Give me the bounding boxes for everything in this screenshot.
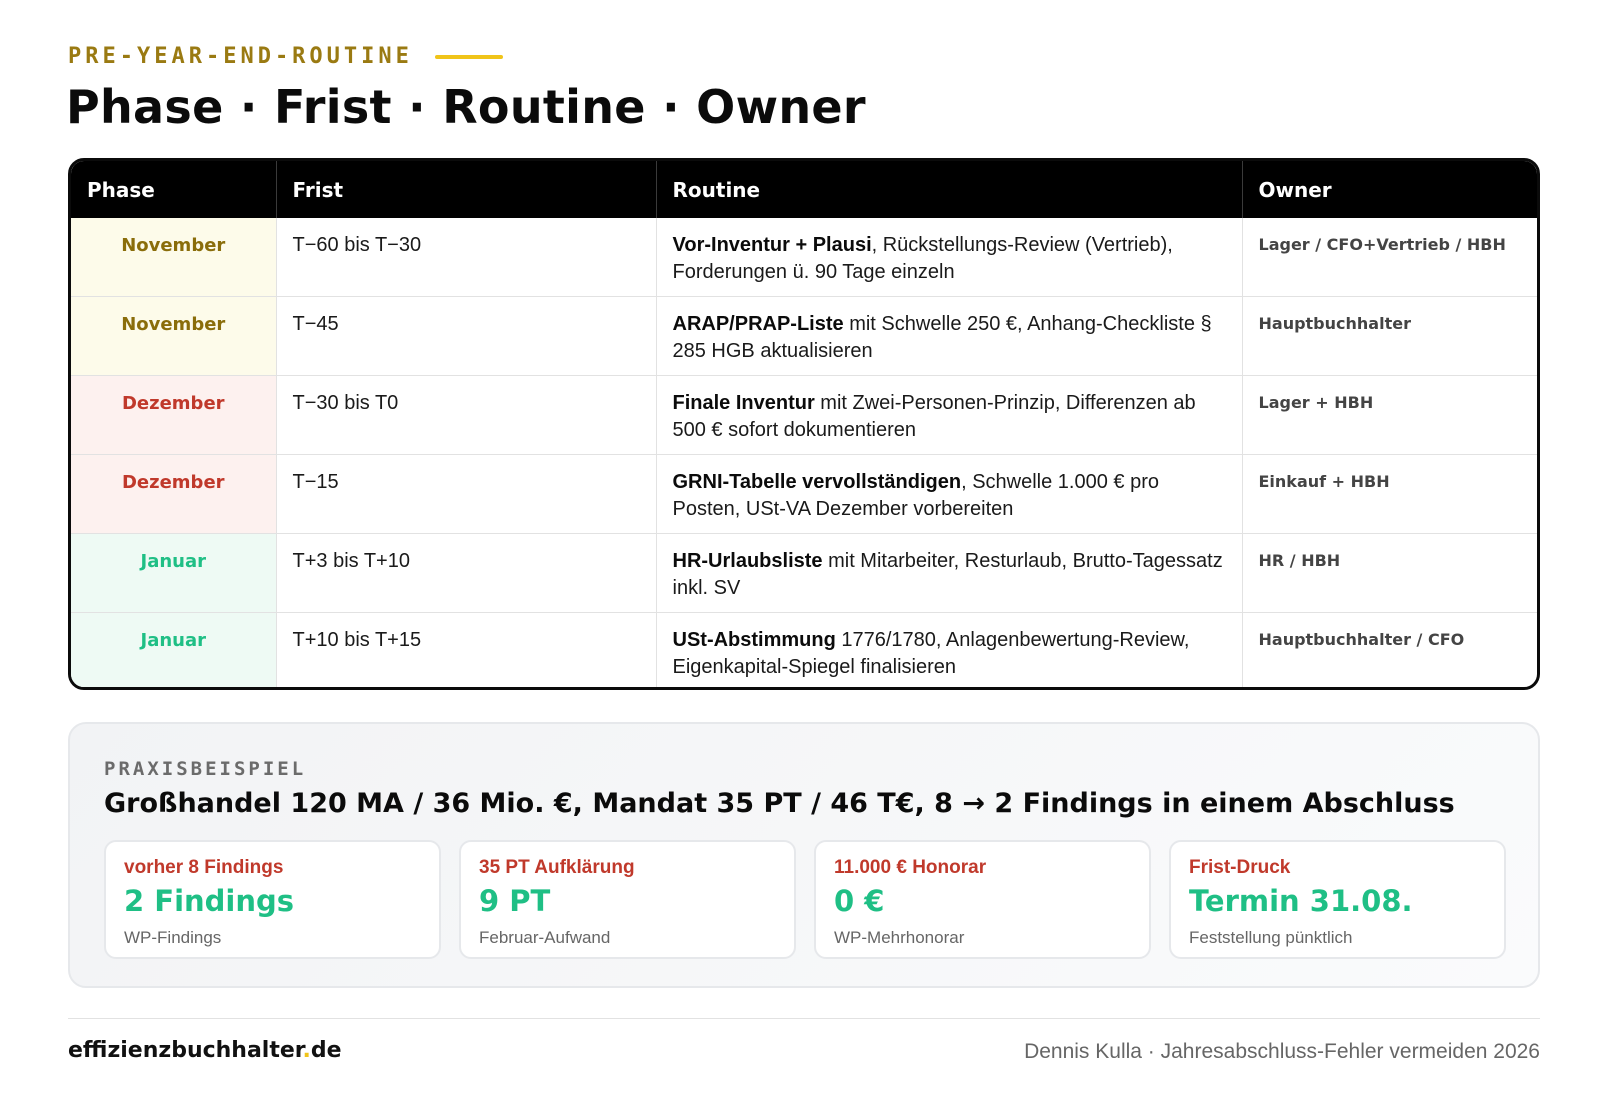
owner-cell: HR / HBH xyxy=(1242,533,1537,613)
routine-cell: ARAP/PRAP-Liste mit Schwelle 250 €, Anha… xyxy=(656,296,1243,376)
frist-cell: T−15 xyxy=(276,454,657,534)
brand-tld: de xyxy=(310,1038,342,1063)
kpi-card-before: Frist-Druck xyxy=(1189,857,1291,878)
brand-dot: . xyxy=(302,1038,311,1063)
kpi-card-before: 35 PT Aufklärung xyxy=(479,857,635,878)
routine-bold: ARAP/PRAP-Liste xyxy=(672,313,844,335)
kpi-card: vorher 8 Findings 2 Findings WP-Findings xyxy=(104,840,441,959)
praxis-label: PRAXISBEISPIEL xyxy=(104,758,307,780)
kpi-card-caption: Feststellung pünktlich xyxy=(1189,928,1353,947)
table-row: Januar T+3 bis T+10 HR-Urlaubsliste mit … xyxy=(71,533,1537,613)
owner-cell: Lager / CFO+Vertrieb / HBH xyxy=(1242,218,1537,297)
kpi-card-value: 2 Findings xyxy=(124,884,295,918)
routine-bold: HR-Urlaubsliste xyxy=(672,550,823,572)
kpi-cards: vorher 8 Findings 2 Findings WP-Findings… xyxy=(104,840,1506,959)
kpi-card-caption: WP-Findings xyxy=(124,928,222,947)
frist-cell: T+3 bis T+10 xyxy=(276,533,657,613)
phase-cell: November xyxy=(71,296,277,376)
routine-table: Phase Frist Routine Owner November T−60 … xyxy=(68,158,1540,690)
frist-cell: T−45 xyxy=(276,296,657,376)
praxis-panel: PRAXISBEISPIEL Großhandel 120 MA / 36 Mi… xyxy=(68,722,1540,988)
frist-cell: T−60 bis T−30 xyxy=(276,218,657,297)
routine-bold: GRNI-Tabelle vervollständigen xyxy=(672,471,962,493)
phase-cell: Januar xyxy=(71,612,277,687)
owner-cell: Einkauf + HBH xyxy=(1242,454,1537,534)
phase-cell: Dezember xyxy=(71,375,277,455)
table-row: November T−45 ARAP/PRAP-Liste mit Schwel… xyxy=(71,296,1537,376)
routine-bold: Finale Inventur xyxy=(672,392,815,414)
page-title: Phase · Frist · Routine · Owner xyxy=(66,80,866,134)
owner-cell: Hauptbuchhalter / CFO xyxy=(1258,630,1465,649)
kpi-card-value: Termin 31.08. xyxy=(1189,884,1413,918)
routine-bold: USt-Abstimmung xyxy=(672,629,836,651)
frist-cell: T−30 bis T0 xyxy=(276,375,657,455)
footer-brand[interactable]: effizienzbuchhalter.de xyxy=(68,1038,342,1063)
praxis-title: Großhandel 120 MA / 36 Mio. €, Mandat 35… xyxy=(104,788,1455,819)
routine-bold: Vor-Inventur + Plausi xyxy=(672,234,872,256)
phase-cell: Dezember xyxy=(71,454,277,534)
column-header-phase: Phase xyxy=(71,161,277,218)
table-row: November T−60 bis T−30 Vor-Inventur + Pl… xyxy=(71,218,1537,297)
column-header-routine: Routine xyxy=(656,161,1243,218)
eyebrow-accent-line xyxy=(434,54,503,59)
kpi-card: 35 PT Aufklärung 9 PT Februar-Aufwand xyxy=(459,840,796,959)
routine-cell: USt-Abstimmung 1776/1780, Anlagenbewertu… xyxy=(656,612,1243,687)
phase-cell: Januar xyxy=(71,533,277,613)
routine-cell: Finale Inventur mit Zwei-Personen-Prinzi… xyxy=(656,375,1243,455)
eyebrow: PRE-YEAR-END-ROUTINE xyxy=(68,44,503,69)
table-header-row: Phase Frist Routine Owner xyxy=(71,161,1537,218)
kpi-card-before: 11.000 € Honorar xyxy=(834,857,987,878)
table-row: Dezember T−15 GRNI-Tabelle vervollständi… xyxy=(71,454,1537,534)
footer-credit: Dennis Kulla · Jahresabschluss-Fehler ve… xyxy=(1024,1040,1540,1063)
eyebrow-text: PRE-YEAR-END-ROUTINE xyxy=(68,44,413,69)
owner-cell: Lager + HBH xyxy=(1242,375,1537,455)
routine-cell: Vor-Inventur + Plausi, Rückstellungs-Rev… xyxy=(656,218,1243,297)
column-header-owner: Owner xyxy=(1242,161,1537,218)
owner-cell: Hauptbuchhalter xyxy=(1242,296,1537,376)
routine-cell: HR-Urlaubsliste mit Mitarbeiter, Resturl… xyxy=(656,533,1243,613)
kpi-card-value: 9 PT xyxy=(479,884,551,918)
footer-divider xyxy=(68,1018,1540,1019)
kpi-card-caption: Februar-Aufwand xyxy=(479,928,611,947)
column-header-frist: Frist xyxy=(276,161,657,218)
brand-name: effizienzbuchhalter xyxy=(68,1038,303,1063)
kpi-card-before: vorher 8 Findings xyxy=(124,857,284,878)
routine-cell: GRNI-Tabelle vervollständigen, Schwelle … xyxy=(656,454,1243,534)
table-row: Januar T+10 bis T+15 USt-Abstimmung 1776… xyxy=(71,612,1537,687)
table-row: Dezember T−30 bis T0 Finale Inventur mit… xyxy=(71,375,1537,455)
kpi-card-caption: WP-Mehrhonorar xyxy=(834,928,965,947)
kpi-card: 11.000 € Honorar 0 € WP-Mehrhonorar xyxy=(814,840,1151,959)
kpi-card-value: 0 € xyxy=(834,884,885,918)
kpi-card: Frist-Druck Termin 31.08. Feststellung p… xyxy=(1169,840,1506,959)
phase-cell: November xyxy=(71,218,277,297)
frist-cell: T+10 bis T+15 xyxy=(276,612,657,687)
